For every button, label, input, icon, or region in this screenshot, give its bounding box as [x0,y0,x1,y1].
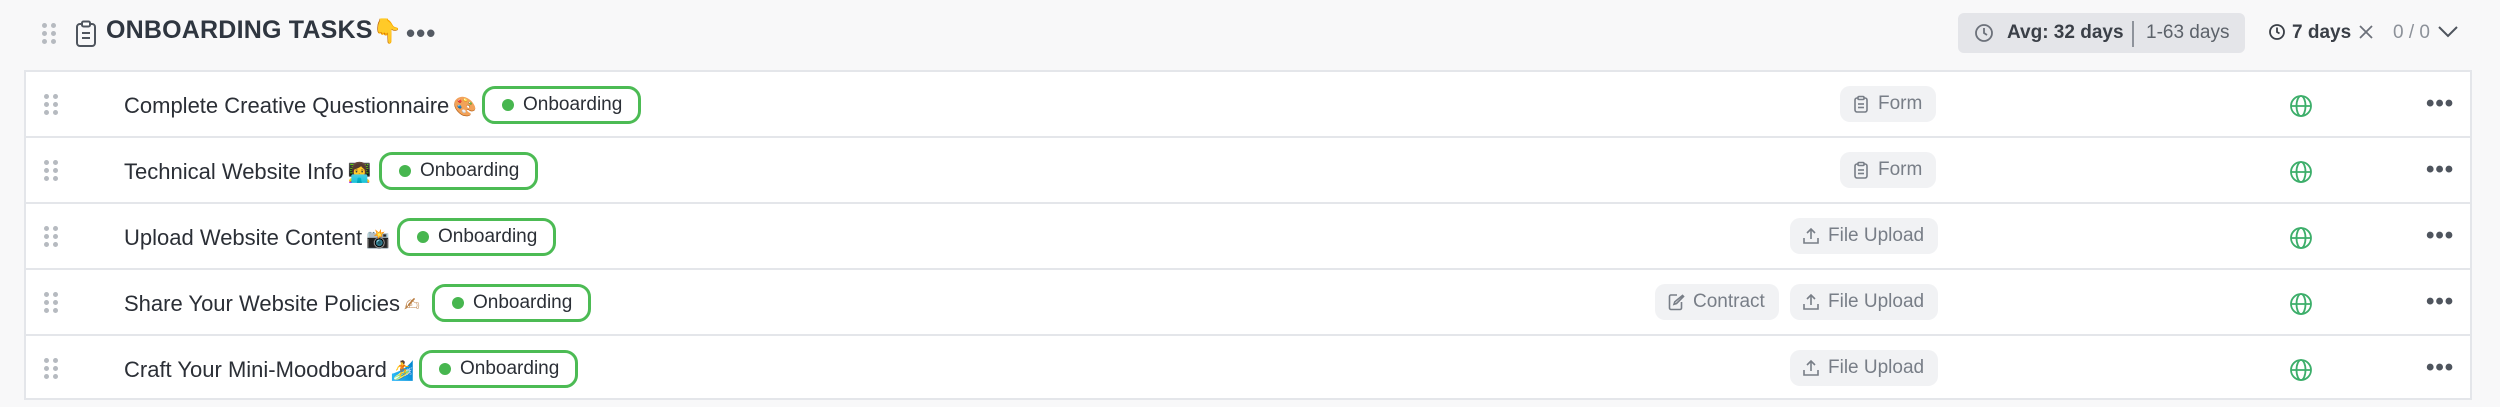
task-name[interactable]: Complete Creative Questionnaire 🎨 [124,93,477,119]
globe-icon[interactable] [2289,160,2313,184]
average-duration: Avg: 32 days [2007,22,2124,43]
globe-icon[interactable] [2289,226,2313,250]
status-dot [439,363,451,375]
due-duration-label: 7 days [2292,22,2352,43]
task-row[interactable]: Complete Creative Questionnaire 🎨 Onboard… [26,72,2470,138]
task-list: Complete Creative Questionnaire 🎨 Onboard… [24,70,2472,400]
row-drag-handle[interactable] [44,160,58,182]
globe-icon[interactable] [2289,358,2313,382]
row-more-button[interactable]: ••• [2426,156,2454,184]
section-drag-handle[interactable] [42,23,56,45]
clear-due-icon[interactable] [2357,23,2375,41]
clipboard-icon [1854,95,1868,113]
status-badge[interactable]: Onboarding [419,350,579,388]
divider [2132,21,2134,47]
clock-icon [2269,24,2285,40]
technologist-icon: 👩‍💻 [347,162,372,184]
chevron-down-icon[interactable] [2436,22,2460,40]
clipboard-icon [1854,161,1868,179]
duration-range: 1-63 days [2146,22,2230,43]
status-dot [452,297,464,309]
row-more-button[interactable]: ••• [2426,222,2454,250]
contract-icon [1668,294,1685,311]
upload-icon [1803,227,1819,244]
task-row[interactable]: Upload Website Content 📸 Onboarding File … [26,204,2470,270]
upload-icon [1803,293,1819,310]
writing-hand-icon: ✍ [403,294,420,316]
contract-chip[interactable]: Contract [1655,284,1779,320]
row-more-button[interactable]: ••• [2426,288,2454,316]
row-drag-handle[interactable] [44,94,58,116]
status-dot [417,231,429,243]
section-more-button[interactable]: ••• [406,18,436,49]
status-dot [399,165,411,177]
globe-icon[interactable] [2289,292,2313,316]
clipboard-icon [76,20,96,47]
task-name[interactable]: Craft Your Mini-Moodboard 🏄 [124,357,415,383]
file-upload-chip[interactable]: File Upload [1790,218,1939,254]
globe-icon[interactable] [2289,94,2313,118]
status-badge[interactable]: Onboarding [432,284,592,322]
upload-icon [1803,359,1819,376]
status-badge[interactable]: Onboarding [397,218,557,256]
section-title: ONBOARDING TASKS [106,16,373,44]
task-name[interactable]: Upload Website Content 📸 [124,225,390,251]
task-row[interactable]: Technical Website Info 👩‍💻 Onboarding For… [26,138,2470,204]
section-header: ONBOARDING TASKS 👇 ••• Avg: 32 days 1-63… [0,0,2500,70]
file-upload-chip[interactable]: File Upload [1790,350,1939,386]
row-more-button[interactable]: ••• [2426,354,2454,382]
task-row[interactable]: Share Your Website Policies ✍ Onboarding … [26,270,2470,336]
file-upload-chip[interactable]: File Upload [1790,284,1939,320]
task-name[interactable]: Share Your Website Policies ✍ [124,291,420,317]
camera-icon: 📸 [366,228,390,250]
row-drag-handle[interactable] [44,226,58,248]
pointing-down-icon: 👇 [372,17,402,45]
status-dot [502,99,514,111]
form-chip[interactable]: Form [1840,152,1937,188]
clock-icon [1975,24,1993,42]
task-row[interactable]: Craft Your Mini-Moodboard 🏄 Onboarding Fi… [26,336,2470,402]
completion-count: 0 / 0 [2393,22,2430,43]
row-more-button[interactable]: ••• [2426,90,2454,118]
average-duration-badge[interactable]: Avg: 32 days 1-63 days [1958,13,2245,53]
palette-icon: 🎨 [453,96,477,118]
row-drag-handle[interactable] [44,292,58,314]
status-badge[interactable]: Onboarding [482,86,642,124]
row-drag-handle[interactable] [44,358,58,380]
form-chip[interactable]: Form [1840,86,1937,122]
surfer-icon: 🏄 [390,360,415,382]
task-name[interactable]: Technical Website Info 👩‍💻 [124,159,371,185]
status-badge[interactable]: Onboarding [379,152,539,190]
